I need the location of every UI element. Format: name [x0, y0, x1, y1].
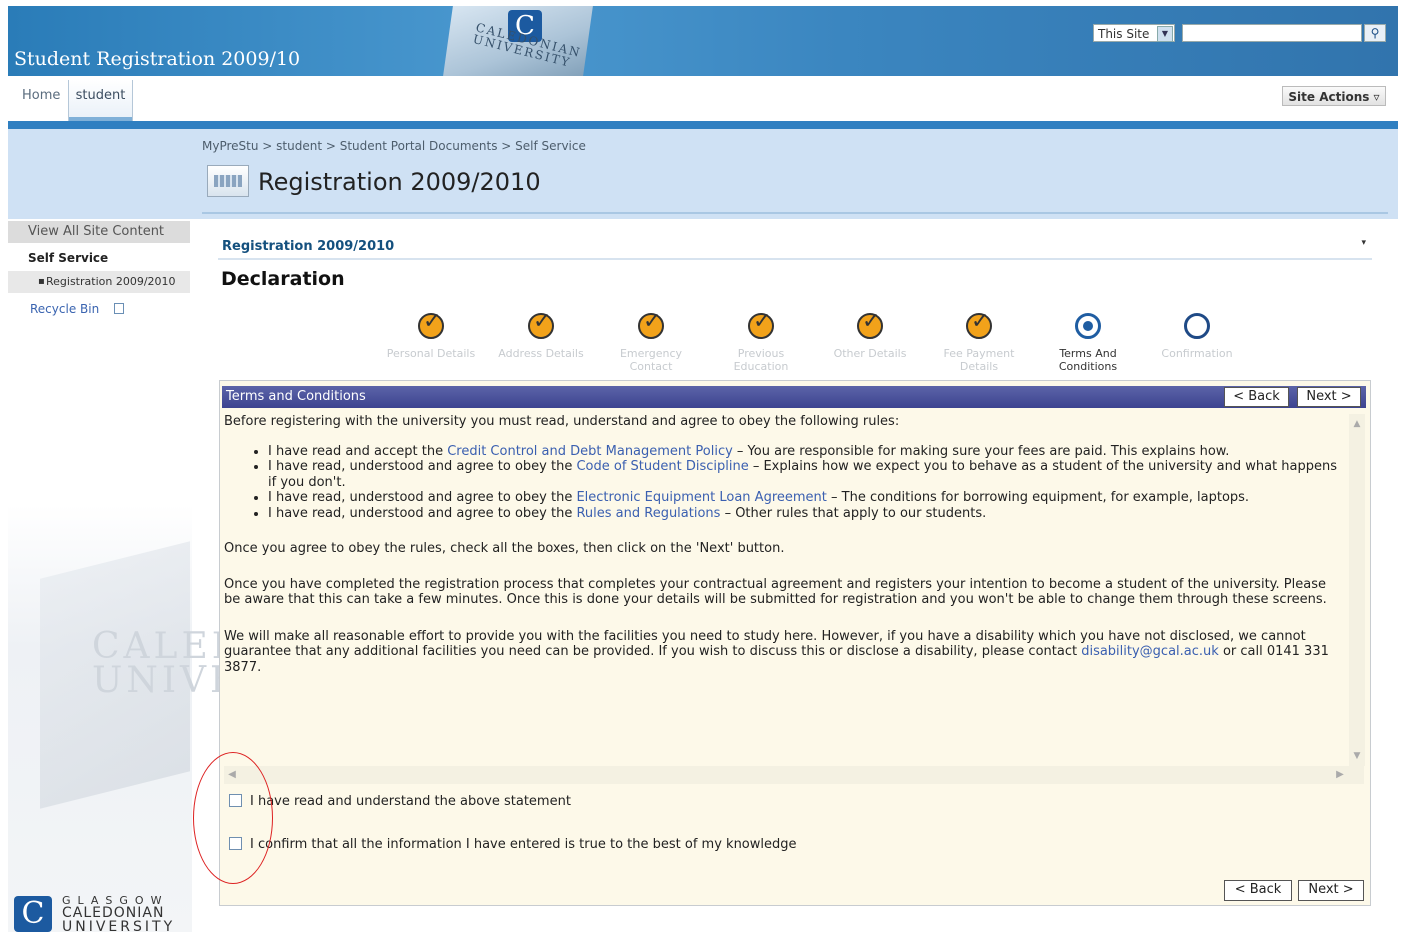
code-of-discipline-link[interactable]: Code of Student Discipline — [576, 459, 748, 474]
sidebar-item-registration[interactable]: Registration 2009/2010 — [8, 271, 190, 293]
rules-list: I have read and accept the Credit Contro… — [224, 444, 1342, 522]
step-complete-icon — [638, 309, 664, 339]
disability-email-link[interactable]: disability@gcal.ac.uk — [1081, 644, 1219, 659]
back-button-bottom[interactable]: < Back — [1224, 880, 1292, 901]
list-item: I have read and accept the Credit Contro… — [268, 444, 1342, 460]
step-complete-icon — [528, 309, 554, 339]
step-previous-education: Previous Education — [706, 309, 816, 373]
search-icon[interactable]: ⚲ — [1364, 24, 1386, 42]
top-nav: Home student — [8, 76, 1398, 121]
tab-student[interactable]: student — [68, 80, 133, 121]
section-heading: Declaration — [221, 268, 345, 290]
credit-control-policy-link[interactable]: Credit Control and Debt Management Polic… — [447, 444, 733, 459]
horizontal-scrollbar[interactable]: ◀ ▶ — [224, 766, 1364, 784]
page-title: Registration 2009/2010 — [258, 168, 541, 196]
chevron-down-icon[interactable]: ▼ — [1157, 26, 1173, 42]
panel-title-bar: Terms and Conditions — [222, 386, 1366, 408]
page-icon — [207, 165, 249, 197]
step-complete-icon — [748, 309, 774, 339]
confirm-information-label[interactable]: I confirm that all the information I hav… — [250, 837, 797, 852]
rules-and-regulations-link[interactable]: Rules and Regulations — [576, 506, 720, 521]
step-confirmation: Confirmation — [1142, 313, 1252, 360]
annotation-circle — [193, 752, 273, 884]
step-current-icon — [1075, 313, 1101, 339]
title-divider — [202, 212, 1388, 214]
registration-info-text: Once you have completed the registration… — [224, 576, 1327, 608]
breadcrumb[interactable]: MyPreStu > student > Student Portal Docu… — [202, 139, 586, 153]
panel-title: Terms and Conditions — [226, 389, 366, 404]
webpart-title[interactable]: Registration 2009/2010 — [222, 239, 394, 254]
scroll-up-icon[interactable]: ▲ — [1351, 418, 1363, 430]
list-item: I have read, understood and agree to obe… — [268, 459, 1342, 490]
next-button-bottom[interactable]: Next > — [1298, 880, 1364, 901]
list-item: I have read, understood and agree to obe… — [268, 490, 1342, 506]
disability-info-text: We will make all reasonable effort to pr… — [224, 628, 1329, 675]
step-complete-icon — [966, 309, 992, 339]
webpart-header: Registration 2009/2010 ▾ — [218, 236, 1372, 260]
site-actions-menu[interactable]: Site Actions ▿ — [1282, 86, 1386, 106]
step-terms-and-conditions: Terms And Conditions — [1033, 313, 1143, 373]
webpart-menu-icon[interactable]: ▾ — [1361, 238, 1366, 248]
sidebar-heading-self-service[interactable]: Self Service — [28, 251, 108, 265]
read-statement-label[interactable]: I have read and understand the above sta… — [250, 794, 571, 809]
list-item: I have read, understood and agree to obe… — [268, 506, 1342, 522]
next-button-top[interactable]: Next > — [1297, 387, 1361, 407]
site-title[interactable]: Student Registration 2009/10 — [14, 48, 300, 70]
step-fee-payment-details: Fee Payment Details — [924, 309, 1034, 373]
step-other-details: Other Details — [815, 309, 925, 360]
search-scope-value: This Site — [1098, 27, 1150, 41]
scroll-down-icon[interactable]: ▼ — [1351, 750, 1363, 762]
vertical-scrollbar[interactable]: ▲ ▼ — [1349, 414, 1365, 766]
recycle-bin-icon[interactable] — [114, 303, 124, 314]
step-pending-icon — [1184, 313, 1210, 339]
instruction-text: Once you agree to obey the rules, check … — [224, 541, 785, 556]
back-button-top[interactable]: < Back — [1224, 387, 1289, 407]
recycle-bin-link[interactable]: Recycle Bin — [30, 302, 99, 316]
tab-home[interactable]: Home — [22, 88, 60, 103]
footer-logo-line3: UNIVERSITY — [62, 919, 176, 935]
equipment-loan-agreement-link[interactable]: Electronic Equipment Loan Agreement — [576, 490, 826, 505]
step-personal-details: Personal Details — [376, 309, 486, 360]
intro-text: Before registering with the university y… — [224, 414, 900, 429]
search-input[interactable] — [1182, 24, 1362, 42]
scroll-right-icon[interactable]: ▶ — [1334, 768, 1346, 782]
step-complete-icon — [857, 309, 883, 339]
view-all-site-content-link[interactable]: View All Site Content — [8, 221, 190, 243]
step-emergency-contact: Emergency Contact — [596, 309, 706, 373]
terms-content: Before registering with the university y… — [224, 414, 1342, 675]
step-complete-icon — [418, 309, 444, 339]
sidebar-item-label: Registration 2009/2010 — [46, 275, 176, 288]
step-address-details: Address Details — [486, 309, 596, 360]
header-divider — [8, 121, 1398, 129]
search-scope-select[interactable]: This Site ▼ — [1093, 24, 1175, 42]
university-logo-icon: C — [14, 896, 52, 932]
